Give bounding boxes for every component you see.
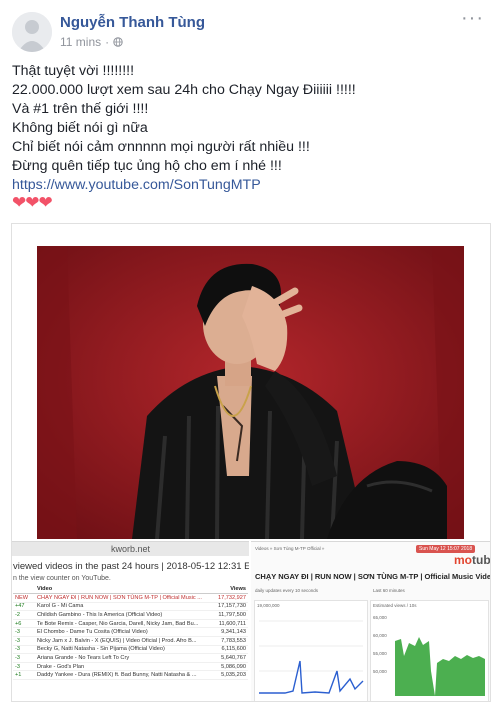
video-title: Karol G - Mi Cama [35,602,215,612]
post-line: Và #1 trên thế giới !!!! [12,101,149,117]
post-line: 22.000.000 lượt xem sau 24h cho Chạy Nga… [12,82,356,98]
kworb-header [13,585,35,594]
table-row: -3 Nicky Jam x J. Balvin - X (EQUIS) | V… [13,636,248,646]
table-row: NEW CHẠY NGAY ĐI | RUN NOW | SƠN TÙNG M-… [13,593,248,603]
post-body: Thật tuyệt vời !!!!!!!! 22.000.000 lượt … [12,62,488,195]
kworb-header: Views [214,585,248,594]
video-title: Becky G, Natti Natasha - Sin Pijama (Off… [35,645,215,655]
rank-change: -3 [13,645,35,655]
table-row: -3 Drake - God's Plan 5,086,090 [13,662,248,672]
y-tick: 55,000 [373,651,387,656]
y-tick: 65,000 [373,615,387,620]
view-count: 7,783,553 [214,636,248,646]
globe-icon[interactable] [113,37,123,47]
kworb-site-bar: kworb.net [12,542,249,556]
view-count: 5,086,090 [214,662,248,672]
kworb-header: Video [35,585,215,594]
table-row: -3 Ariana Grande - No Tears Left To Cry … [13,653,248,663]
post-header: Nguyễn Thanh Tùng 11 mins · ··· [12,8,488,54]
video-title: CHẠY NGAY ĐI | RUN NOW | SƠN TÙNG M-TP |… [35,593,215,603]
view-count: 17,157,730 [214,602,248,612]
video-title: CHẠY NGAY ĐI | RUN NOW | SƠN TÙNG M-TP |… [255,572,490,581]
video-title: Drake - God's Plan [35,662,215,672]
video-title: Daddy Yankee - Dura (REMIX) ft. Bad Bunn… [35,670,215,680]
view-count: 6,115,600 [214,645,248,655]
y-tick: 60,000 [373,633,387,638]
video-title: Nicky Jam x J. Balvin - X (EQUIS) | Vide… [35,636,215,646]
rank-change: -3 [13,636,35,646]
logo-suffix: tube [472,553,490,567]
video-title: Ariana Grande - No Tears Left To Cry [35,653,215,663]
view-count: 11,797,500 [214,610,248,620]
post-meta: 11 mins · [60,35,123,49]
rank-change: +1 [13,670,35,680]
table-row: -3 Becky G, Natti Natasha - Sin Pijama (… [13,645,248,655]
right-chart-label: Last 60 minutes [373,588,405,593]
views-bar-graph [395,637,485,696]
kworb-screenshot: kworb.net viewed videos in the past 24 h… [12,541,249,701]
table-row: -2 Childish Gambino - This Is America (O… [13,610,248,620]
separator-dot: · [105,35,110,49]
kworb-table: Video Views NEW CHẠY NGAY ĐI | RUN NOW |… [13,585,248,680]
rank-change: +47 [13,602,35,612]
youtube-link[interactable]: https://www.youtube.com/SonTungMTP [12,177,261,193]
kworb-subtitle: n the view counter on YouTube. [13,575,111,582]
artist-portrait-illustration [37,246,464,539]
logo-prefix: mo [454,553,472,567]
view-count: 5,640,767 [214,653,248,663]
date-badge: Sun May 12 15:07 2018 [416,545,476,553]
rank-change: -3 [13,627,35,637]
rank-change: NEW [13,593,35,603]
rank-change: -3 [13,662,35,672]
artist-photo [37,246,464,539]
y-tick: 50,000 [373,669,387,674]
author-name[interactable]: Nguyễn Thanh Tùng [60,14,205,31]
left-chart-label: daily updates every 10 seconds [255,588,319,593]
table-row: +47 Karol G - Mi Cama 17,157,730 [13,602,248,612]
rank-change: -3 [13,653,35,663]
table-row: +6 Te Bote Remix - Casper, Nio Garcia, D… [13,619,248,629]
post-line: Đừng quên tiếp tục ủng hộ cho em í nhé !… [12,158,282,174]
chart-sublabel: Estimated views / 10s [373,603,417,608]
video-title: El Chombo - Dame Tu Cosita (Official Vid… [35,627,215,637]
view-count: 11,600,711 [214,619,248,629]
default-avatar-icon [12,12,52,52]
post-photo[interactable]: kworb.net viewed videos in the past 24 h… [11,223,491,702]
kworb-title: viewed videos in the past 24 hours | 201… [13,561,249,572]
chart-value: 19,000,000 [257,603,280,608]
avatar[interactable] [12,12,52,52]
post-line: Chỉ biết nói cảm ơnnnnn mọi người rất nh… [12,139,310,155]
views-line-graph [259,620,364,694]
view-count: 17,732,927 [214,593,248,603]
views-bar-chart: Estimated views / 10s 65,000 60,000 55,0… [370,600,489,701]
table-row: +1 Daddy Yankee - Dura (REMIX) ft. Bad B… [13,670,248,680]
more-options-icon[interactable]: ··· [461,8,484,28]
realtime-stats-screenshot: Sun May 12 15:07 2018 motube Videos » Sơ… [251,541,490,701]
table-row: -3 El Chombo - Dame Tu Cosita (Official … [13,627,248,637]
rank-change: -2 [13,610,35,620]
video-title: Te Bote Remix - Casper, Nio Garcia, Dare… [35,619,215,629]
timestamp[interactable]: 11 mins [60,35,101,49]
video-title: Childish Gambino - This Is America (Offi… [35,610,215,620]
motube-logo: motube [454,553,490,567]
post-line: Thật tuyệt vời !!!!!!!! [12,63,135,79]
view-count: 9,341,143 [214,627,248,637]
breadcrumb: Videos » Sơn Tùng M-TP Official » [255,546,325,551]
post-line: Không biết nói gì nữa [12,120,148,136]
view-count: 5,035,203 [214,670,248,680]
heart-emoji-icon: ❤❤❤ [12,193,53,212]
rank-change: +6 [13,619,35,629]
views-line-chart: 19,000,000 [254,600,368,701]
